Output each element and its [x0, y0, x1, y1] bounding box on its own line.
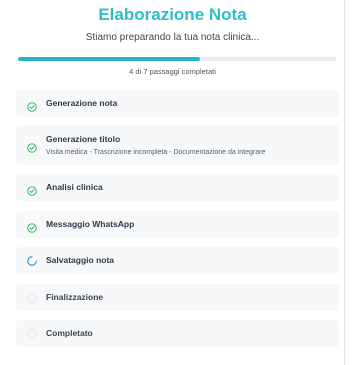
step-label: Generazione nota [46, 98, 118, 108]
page-subtitle: Stiamo preparando la tua nota clinica... [85, 32, 260, 43]
step-label: Completato [46, 328, 93, 338]
empty-circle-icon [27, 292, 37, 303]
step-detail: Visita medica - Trascrizione incompleta … [46, 149, 266, 156]
step-item-salvataggio-nota: Salvataggio nota [16, 247, 339, 274]
check-circle-icon [27, 99, 37, 112]
step-label: Finalizzazione [46, 292, 104, 302]
progress-bar-fill [18, 57, 200, 61]
step-item-finalizzazione: Finalizzazione [16, 284, 339, 311]
spinner-icon [27, 255, 37, 266]
step-item-completato: Completato [16, 320, 339, 347]
check-circle-icon [27, 140, 37, 153]
step-label: Messaggio WhatsApp [46, 219, 135, 229]
step-label: Generazione titolo [46, 134, 121, 144]
check-circle-icon [27, 183, 37, 196]
progress-label: 4 di 7 passaggi completati [129, 67, 216, 76]
step-label: Analisi clinica [46, 182, 103, 192]
step-item-generazione-nota: Generazione nota [16, 90, 339, 117]
step-item-analisi-clinica: Analisi clinica [16, 174, 339, 201]
empty-circle-icon [27, 328, 37, 339]
progress-bar [18, 57, 336, 61]
step-item-generazione-titolo: Generazione titolo Visita medica - Trasc… [16, 125, 339, 165]
step-label: Salvataggio nota [46, 255, 115, 265]
page-title: Elaborazione Nota [98, 5, 247, 24]
step-item-messaggio-whatsapp: Messaggio WhatsApp [16, 211, 339, 238]
processing-panel: Elaborazione Nota Stiamo preparando la t… [0, 0, 345, 365]
check-circle-icon [27, 220, 37, 233]
